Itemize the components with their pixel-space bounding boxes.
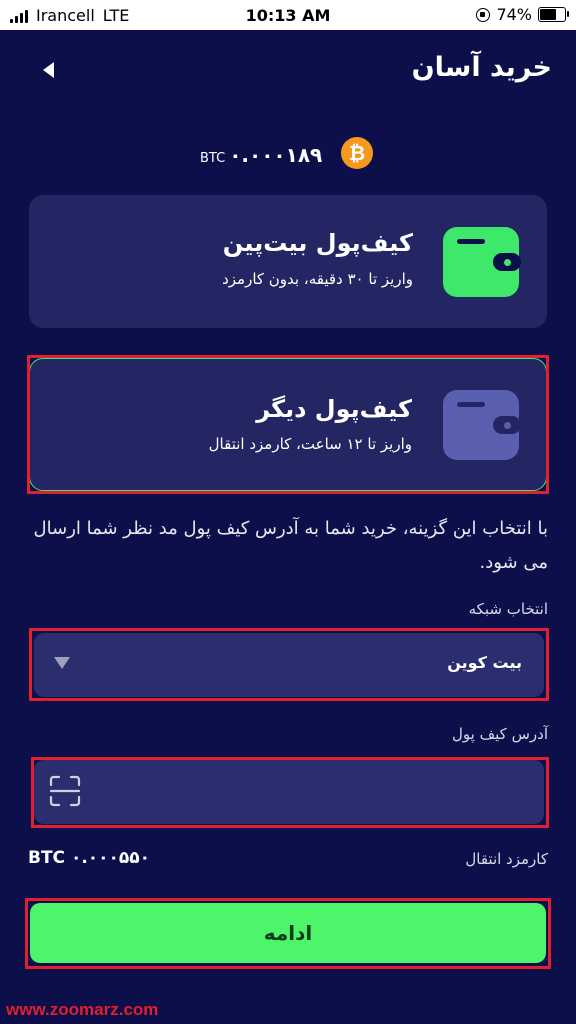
watermark: www.zoomarz.com — [6, 1000, 159, 1019]
back-icon[interactable] — [38, 58, 62, 82]
page-title: خرید آسان — [411, 52, 552, 83]
bitcoin-icon: ₿ — [341, 137, 373, 169]
info-text: با انتخاب این گزینه، خرید شما به آدرس کی… — [33, 518, 548, 573]
wallet-icon — [443, 227, 521, 297]
highlight-box — [25, 898, 551, 969]
fee-unit: BTC — [28, 848, 66, 868]
orientation-lock-icon — [476, 7, 491, 22]
option-subtitle: واریز تا ۳۰ دقیقه، بدون کارمزد — [222, 270, 413, 288]
network-label: انتخاب شبکه — [468, 600, 548, 618]
option-title: کیف‌پول بیت‌پین — [222, 229, 413, 257]
option-bitpin-wallet[interactable]: کیف‌پول بیت‌پین واریز تا ۳۰ دقیقه، بدون … — [29, 195, 547, 328]
status-bar: Irancell LTE 10:13 AM 74% — [0, 0, 576, 30]
battery-percent: 74% — [496, 5, 532, 24]
battery-icon — [538, 7, 569, 22]
highlight-box — [31, 757, 549, 828]
highlight-box — [27, 355, 549, 494]
fee-label: کارمزد انتقال — [465, 850, 548, 868]
balance: BTC ۰.۰۰۰۱۸۹ — [200, 143, 322, 167]
balance-unit: BTC — [200, 151, 226, 166]
fee-value: BTC ۰.۰۰۰۵۵۰ — [28, 848, 150, 868]
balance-amount: ۰.۰۰۰۱۸۹ — [229, 143, 323, 167]
status-right: 74% — [476, 5, 569, 24]
fee-amount: ۰.۰۰۰۵۵۰ — [70, 848, 151, 868]
highlight-box — [29, 628, 549, 701]
address-label: آدرس کیف پول — [452, 725, 548, 743]
